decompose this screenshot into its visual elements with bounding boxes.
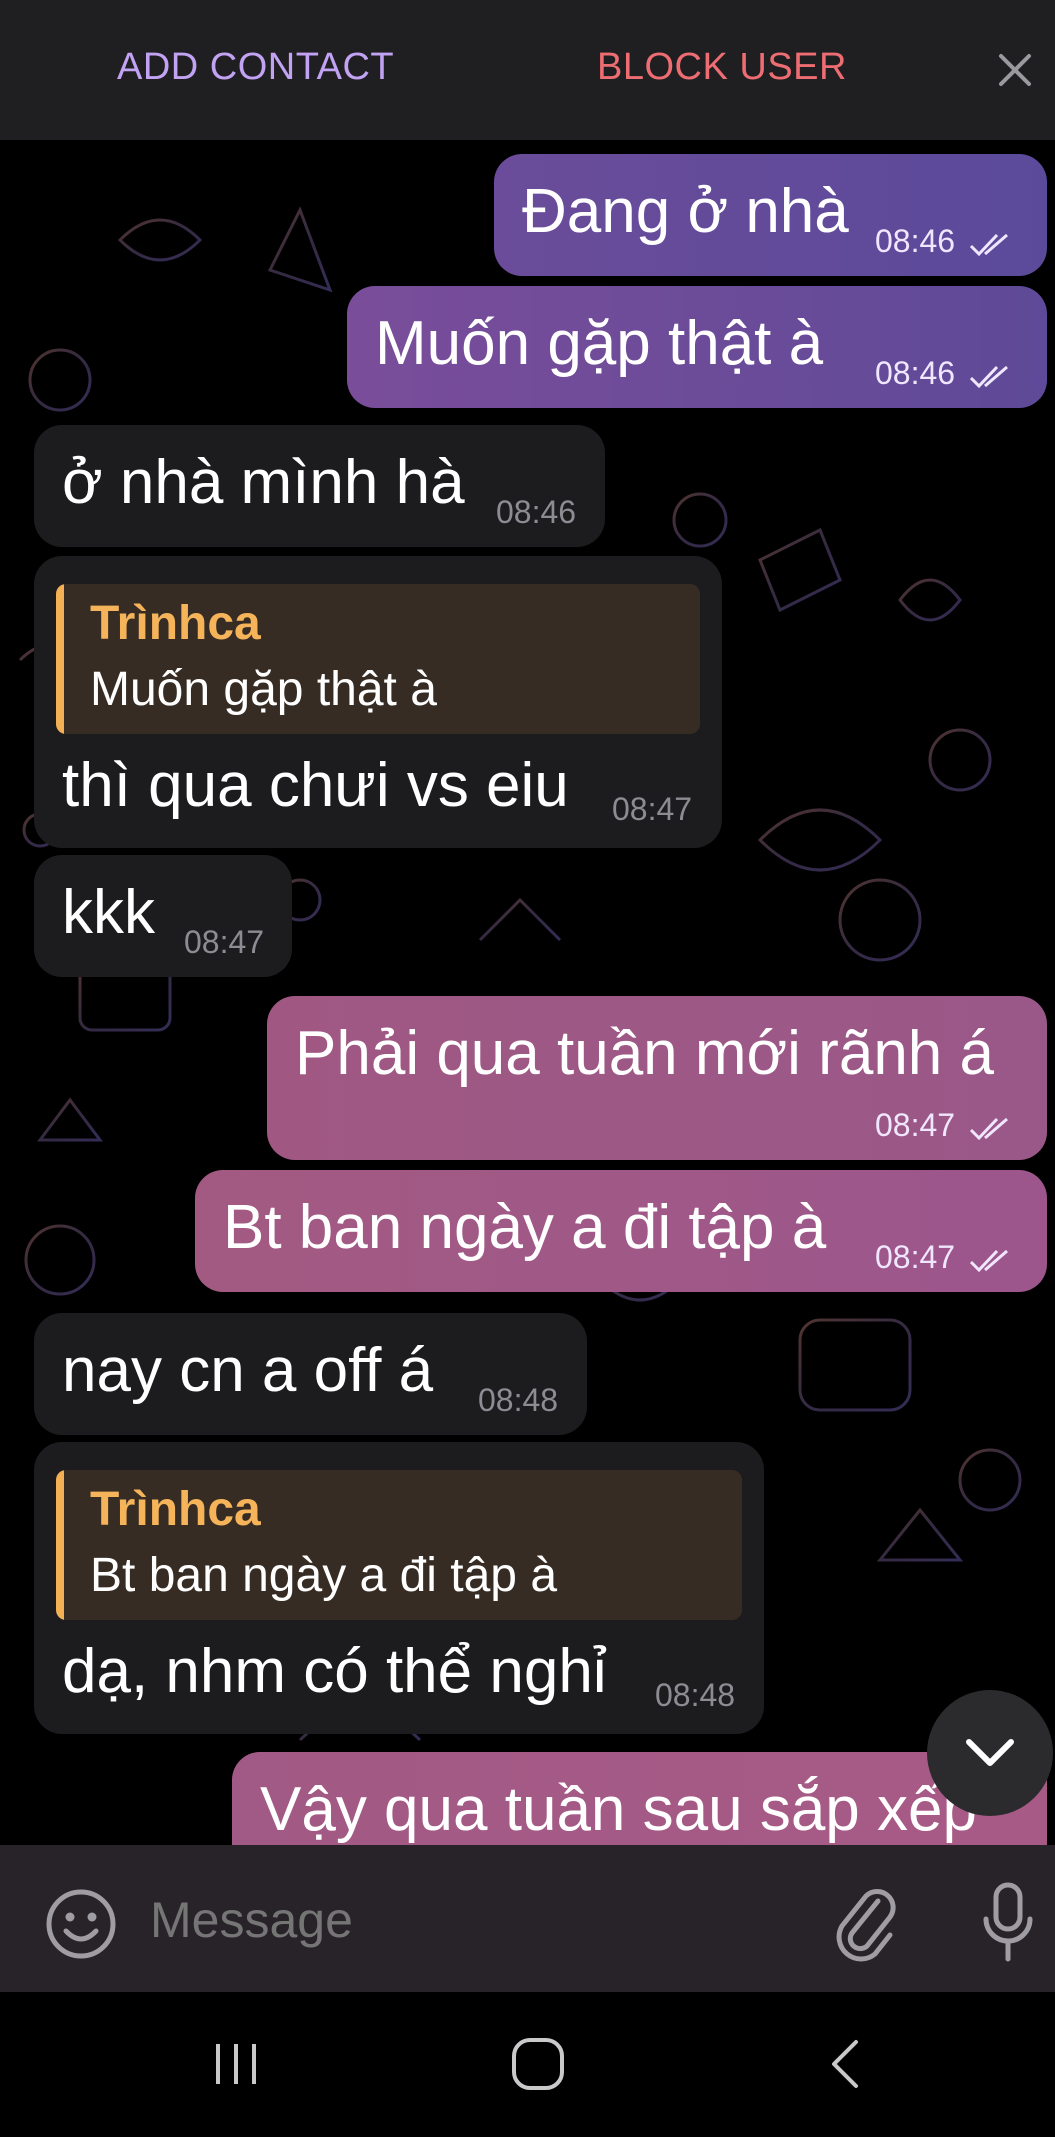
reply-accent-bar (56, 1470, 64, 1620)
message-text: thì qua chưi vs eiu (62, 751, 569, 820)
message-time: 08:46 (875, 223, 956, 259)
chevron-down-icon (966, 1739, 1014, 1766)
outgoing-message[interactable]: Bt ban ngày a đi tập à 08:47 (195, 1170, 1047, 1292)
read-receipt-icon (969, 1117, 1008, 1141)
outgoing-message[interactable]: Vậy qua tuần sau sắp xếp (232, 1752, 1047, 1845)
message-text: kkk (62, 878, 155, 947)
outgoing-message[interactable]: Phải qua tuần mới rãnh á 08:47 (267, 996, 1047, 1160)
message-text: Đang ở nhà (522, 177, 849, 246)
recent-apps-icon[interactable] (208, 2036, 264, 2092)
incoming-message[interactable]: kkk 08:47 (34, 855, 292, 977)
incoming-message[interactable]: Trìnhca Bt ban ngày a đi tập à dạ, nhm c… (34, 1442, 764, 1734)
add-contact-button[interactable]: ADD CONTACT (117, 46, 394, 89)
message-text: nay cn a off á (62, 1336, 434, 1405)
chat-action-bar: ADD CONTACT BLOCK USER (0, 0, 1055, 140)
incoming-message[interactable]: nay cn a off á 08:48 (34, 1313, 587, 1435)
read-receipt-icon (969, 233, 1008, 257)
outgoing-message[interactable]: Đang ở nhà 08:46 (494, 154, 1047, 276)
incoming-message[interactable]: Trìnhca Muốn gặp thật à thì qua chưi vs … (34, 556, 722, 848)
incoming-message[interactable]: ở nhà mình hà 08:46 (34, 425, 605, 547)
message-text: ở nhà mình hà (62, 448, 465, 517)
message-text: Bt ban ngày a đi tập à (223, 1193, 827, 1262)
message-text: Vậy qua tuần sau sắp xếp (260, 1775, 977, 1844)
read-receipt-icon (969, 1249, 1008, 1273)
message-text: Muốn gặp thật à (375, 309, 824, 378)
reply-accent-bar (56, 584, 64, 734)
outgoing-message[interactable]: Muốn gặp thật à 08:46 (347, 286, 1047, 408)
close-icon[interactable] (993, 48, 1037, 92)
message-time: 08:47 (875, 1239, 956, 1275)
message-composer (0, 1845, 1055, 1992)
message-time: 08:47 (875, 1107, 956, 1143)
message-time: 08:48 (655, 1677, 736, 1713)
reply-text: Bt ban ngày a đi tập à (90, 1549, 558, 1602)
mic-icon[interactable] (978, 1879, 1038, 1969)
read-receipt-icon (969, 365, 1008, 389)
home-icon[interactable] (508, 2034, 568, 2094)
reply-author: Trìnhca (90, 1483, 261, 1536)
reply-quote[interactable]: Trìnhca Bt ban ngày a đi tập à (56, 1470, 742, 1620)
message-time: 08:48 (478, 1382, 559, 1418)
message-list[interactable]: Đang ở nhà 08:46 Muốn gặp thật à 08:46 ở… (0, 140, 1055, 1845)
system-navigation-bar (0, 1992, 1055, 2137)
attach-icon[interactable] (830, 1883, 900, 1963)
emoji-icon[interactable] (42, 1885, 120, 1963)
reply-quote[interactable]: Trìnhca Muốn gặp thật à (56, 584, 700, 734)
message-time: 08:46 (496, 494, 577, 530)
reply-author: Trìnhca (90, 597, 261, 650)
message-input[interactable] (150, 1880, 790, 1960)
scroll-to-bottom-button[interactable] (927, 1690, 1053, 1816)
reply-text: Muốn gặp thật à (90, 663, 437, 716)
message-text: Phải qua tuần mới rãnh á (295, 1019, 994, 1088)
message-time: 08:47 (184, 924, 265, 960)
block-user-button[interactable]: BLOCK USER (597, 46, 847, 89)
message-time: 08:46 (875, 355, 956, 391)
back-icon[interactable] (818, 2036, 874, 2092)
message-time: 08:47 (612, 791, 693, 827)
message-text: dạ, nhm có thể nghỉ (62, 1637, 607, 1706)
